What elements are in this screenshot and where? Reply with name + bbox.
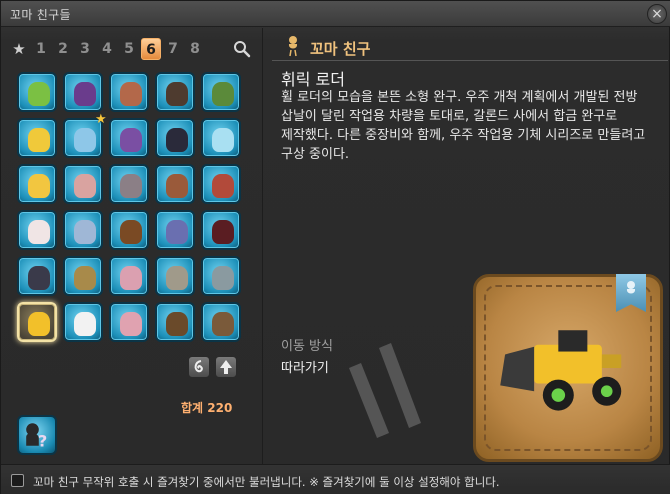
red-dwarf-minion-icon: [212, 174, 234, 198]
svg-text:?: ?: [38, 432, 47, 451]
minion-slot[interactable]: [63, 210, 103, 250]
minion-slot[interactable]: [109, 164, 149, 204]
minion-slot[interactable]: [63, 164, 103, 204]
page-tabs: ★ 1 2 3 4 5 6 7 8: [9, 38, 259, 60]
tab-page-7[interactable]: 7: [163, 38, 183, 60]
whirl-sort-button[interactable]: [188, 356, 210, 378]
golden-crawler-minion-icon: [74, 266, 96, 290]
minion-slot[interactable]: [155, 118, 195, 158]
tab-page-8[interactable]: 8: [185, 38, 205, 60]
grey-creature-minion-icon: [120, 174, 142, 198]
minion-slot[interactable]: [17, 164, 57, 204]
minion-slot[interactable]: [109, 210, 149, 250]
minion-description: 휠 로더의 모습을 본뜬 소형 완구. 우주 개척 계획에서 개발된 전방 삽날…: [281, 90, 646, 162]
window-title: 꼬마 친구들: [10, 8, 71, 22]
ship-minion-icon: [120, 220, 142, 244]
loader-vehicle-image: [500, 330, 622, 411]
up-sort-button[interactable]: [215, 356, 237, 378]
loader-minion-icon: [28, 312, 50, 336]
total-count: 합계 220: [181, 401, 233, 415]
wagon-minion-icon: [212, 312, 234, 336]
minion-slot[interactable]: [109, 72, 149, 112]
title-bar[interactable]: 꼬마 친구들 ×: [1, 1, 670, 27]
minion-slot[interactable]: [17, 210, 57, 250]
divider: [272, 60, 668, 61]
dark-gorilla-minion-icon: [28, 266, 50, 290]
movement-label: 이동 방식: [281, 339, 333, 354]
minion-list-panel: ★ 1 2 3 4 5 6 7 8 ★ 합계 220 ?: [1, 28, 263, 464]
minion-slot[interactable]: [201, 118, 241, 158]
dark-dragon-minion-icon: [166, 82, 188, 106]
minion-slot[interactable]: [63, 302, 103, 342]
pink-plant-minion-icon: [120, 266, 142, 290]
favorites-only-checkbox[interactable]: [11, 474, 24, 487]
yellow-bird-minion-icon: [28, 174, 50, 198]
random-question-icon: ?: [26, 423, 47, 451]
minion-slot[interactable]: [155, 72, 195, 112]
minion-slot[interactable]: [17, 118, 57, 158]
tab-page-4[interactable]: 4: [97, 38, 117, 60]
mine-cart-minion-icon: [166, 312, 188, 336]
category-label: 꼬마 친구: [310, 40, 371, 58]
stone-golem-minion-icon: [166, 266, 188, 290]
close-button[interactable]: ×: [647, 4, 667, 24]
pink-cushion-minion-icon: [120, 312, 142, 336]
minion-slot[interactable]: [201, 256, 241, 296]
minion-slot[interactable]: [155, 302, 195, 342]
pink-girl-minion-icon: [74, 174, 96, 198]
minion-slot[interactable]: [155, 256, 195, 296]
tab-page-5[interactable]: 5: [119, 38, 139, 60]
tab-page-1[interactable]: 1: [31, 38, 51, 60]
white-moogle-minion-icon: [28, 220, 50, 244]
search-icon[interactable]: [233, 40, 251, 58]
flying-creature-minion-icon: [120, 82, 142, 106]
minion-slot[interactable]: [201, 302, 241, 342]
minion-portrait: [473, 274, 663, 462]
minion-window: 꼬마 친구들 × ★ 1 2 3 4 5 6 7 8 ★ 합계 220 ? 꼬마…: [0, 0, 670, 494]
minion-slot[interactable]: [155, 164, 195, 204]
yellow-chocobo-minion-icon: [28, 128, 50, 152]
minion-slot[interactable]: [201, 164, 241, 204]
minion-slot[interactable]: [17, 256, 57, 296]
minion-slot[interactable]: [17, 302, 57, 342]
airship-minion-icon: [166, 220, 188, 244]
minion-slot[interactable]: [63, 256, 103, 296]
minion-slot[interactable]: [109, 256, 149, 296]
black-mage-minion-icon: [166, 128, 188, 152]
pointing-hand-minion-icon: [74, 312, 96, 336]
minion-slot[interactable]: [63, 72, 103, 112]
minion-slot[interactable]: [109, 118, 149, 158]
minion-slot[interactable]: [155, 210, 195, 250]
purple-octopus-minion-icon: [74, 82, 96, 106]
whirl-icon: [194, 360, 203, 373]
green-bird-minion-icon: [28, 82, 50, 106]
movement-value: 따라가기: [281, 361, 329, 376]
minion-slot[interactable]: [17, 72, 57, 112]
minion-detail-panel: 꼬마 친구 휘릭 로더 휠 로더의 모습을 본뜬 소형 완구. 우주 개척 계획…: [264, 28, 670, 464]
random-minion-button[interactable]: ?: [17, 415, 57, 455]
minion-name: 휘릭 로더: [281, 70, 345, 89]
favorites-only-label: 꼬마 친구 무작위 호출 시 즐겨찾기 중에서만 불러냅니다. ※ 즐겨찾기에 …: [33, 475, 500, 489]
minion-slot[interactable]: [201, 72, 241, 112]
up-arrow-icon: [220, 360, 232, 374]
dark-orb-minion-icon: [212, 220, 234, 244]
minion-slot[interactable]: [109, 302, 149, 342]
minion-grid: ★: [17, 72, 257, 352]
tab-favorites[interactable]: ★: [9, 38, 29, 60]
minion-slot[interactable]: [201, 210, 241, 250]
tab-page-6[interactable]: 6: [141, 38, 161, 60]
ice-dragon-minion-icon: [212, 128, 234, 152]
blue-maid-minion-icon: [74, 220, 96, 244]
blue-fairy-minion-icon: [74, 128, 96, 152]
purple-mage-minion-icon: [120, 128, 142, 152]
green-dragon-minion-icon: [212, 82, 234, 106]
decorative-stripes: [349, 343, 421, 438]
ufo-minion-icon: [212, 266, 234, 290]
tab-page-3[interactable]: 3: [75, 38, 95, 60]
footer-bar: 꼬마 친구 무작위 호출 시 즐겨찾기 중에서만 불러냅니다. ※ 즐겨찾기에 …: [1, 464, 670, 494]
chocobo-category-icon: [288, 36, 298, 57]
brown-cat-minion-icon: [166, 174, 188, 198]
favorite-star-icon: ★: [95, 112, 107, 127]
tab-page-2[interactable]: 2: [53, 38, 73, 60]
